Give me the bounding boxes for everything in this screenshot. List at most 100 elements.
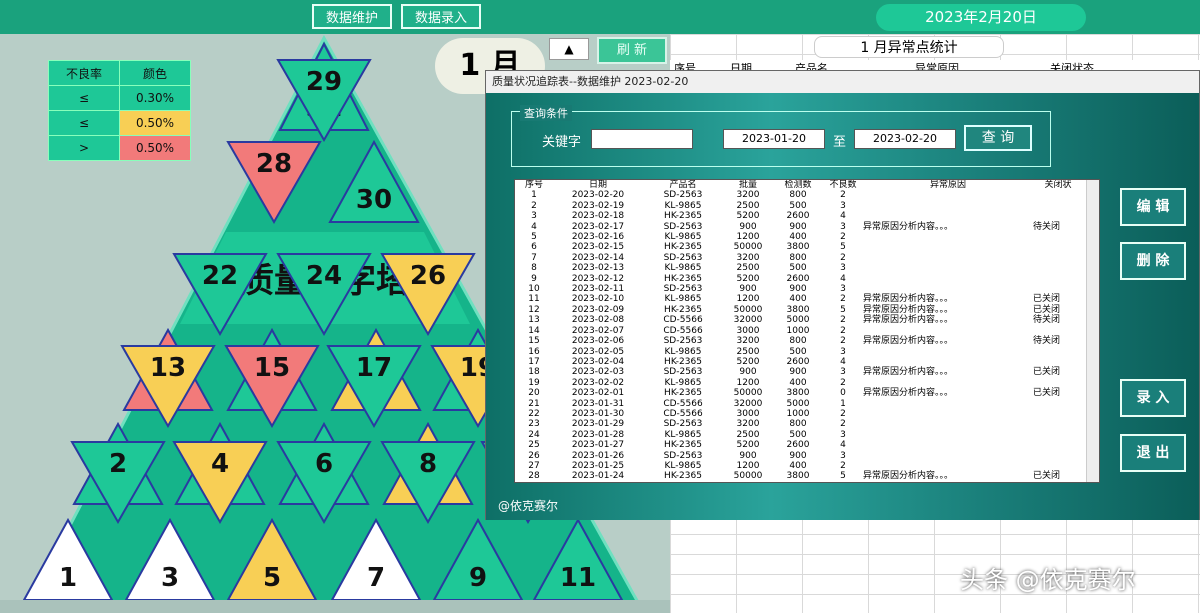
list-cell: 4 (531, 221, 537, 232)
pyramid-cell-number: 2 (109, 449, 127, 479)
list-cell: 2 (531, 200, 537, 211)
list-cell: 2 (840, 377, 846, 388)
list-cell: 28 (528, 471, 540, 482)
list-cell: 待关闭 (1033, 221, 1061, 232)
watermark: 头条 @依克赛尔 (960, 566, 1136, 594)
list-cell: 3800 (786, 304, 810, 315)
list-row[interactable]: 5 2023-02-16 KL-9865 1200 400 2 (515, 232, 1083, 242)
list-row[interactable]: 11 2023-02-10 KL-9865 1200 400 2 异常原因分析内容。。。 已关… (515, 294, 1083, 304)
list-cell: 异常原因分析内容。。。 (863, 367, 954, 378)
list-row[interactable]: 16 2023-02-05 KL-9865 2500 500 3 (515, 347, 1083, 357)
list-cell (863, 242, 1033, 252)
list-row[interactable]: 4 2023-02-17 SD-2563 900 900 3 异常原因分析内容。。。 待关闭 (515, 222, 1083, 232)
list-cell: 900 (739, 450, 757, 461)
maintenance-dialog: 质量状况追踪表--数据维护 2023-02-20 查询条件 关键字 2023-0… (485, 70, 1200, 520)
entry-button[interactable]: 录 入 (1120, 379, 1186, 417)
list-cell (1033, 440, 1083, 450)
list-cell: 400 (789, 460, 807, 471)
list-row[interactable]: 3 2023-02-18 HK-2365 5200 2600 4 (515, 211, 1083, 221)
list-cell: 2023-01-28 (571, 429, 625, 440)
list-cell: 2 (840, 252, 846, 263)
list-row[interactable]: 24 2023-01-28 KL-9865 2500 500 3 (515, 430, 1083, 440)
list-cell: 14 (528, 325, 540, 336)
list-row[interactable]: 19 2023-02-02 KL-9865 1200 400 2 (515, 378, 1083, 388)
list-cell: 1200 (736, 377, 760, 388)
list-cell (1033, 357, 1083, 367)
record-list[interactable]: 序号 日期 产品名 批量 检测数 不良数 异常原因 关闭状 1 2023-02-20 SD-256… (514, 179, 1100, 483)
exit-button[interactable]: 退 出 (1120, 434, 1186, 472)
list-cell: 3800 (786, 242, 810, 253)
list-cell: 3 (840, 367, 846, 378)
list-row[interactable]: 8 2023-02-13 KL-9865 2500 500 3 (515, 263, 1083, 273)
list-cell: 0 (840, 388, 846, 399)
month-anomaly-title: 1 月异常点统计 (814, 36, 1004, 58)
list-cell: SD-2563 (663, 221, 703, 232)
list-cell: 400 (789, 377, 807, 388)
date-to-input[interactable]: 2023-02-20 (854, 129, 956, 149)
list-column-header: 关闭状 (1044, 180, 1072, 190)
pyramid-cell-number: 13 (150, 353, 186, 383)
list-cell (863, 274, 1033, 284)
list-cell: 32000 (733, 398, 763, 409)
list-row[interactable]: 14 2023-02-07 CD-5566 3000 1000 2 (515, 326, 1083, 336)
list-row[interactable]: 25 2023-01-27 HK-2365 5200 2600 4 (515, 440, 1083, 450)
list-row[interactable]: 6 2023-02-15 HK-2365 50000 3800 5 (515, 242, 1083, 252)
list-scrollbar[interactable] (1086, 180, 1099, 482)
list-cell: 5 (840, 471, 846, 482)
list-cell (863, 232, 1033, 242)
list-cell: 2023-01-31 (571, 398, 625, 409)
list-cell (863, 451, 1033, 461)
list-row[interactable]: 18 2023-02-03 SD-2563 900 900 3 异常原因分析内容。。。 已关闭 (515, 367, 1083, 377)
data-entry-button[interactable]: 数据录入 (401, 4, 481, 29)
list-row[interactable]: 23 2023-01-29 SD-2563 3200 800 2 (515, 419, 1083, 429)
edit-button[interactable]: 编 辑 (1120, 188, 1186, 226)
list-cell (1033, 284, 1083, 294)
list-cell: 3200 (736, 419, 760, 430)
list-cell (863, 263, 1033, 273)
delete-button[interactable]: 删 除 (1120, 242, 1186, 280)
list-cell: 5200 (736, 273, 760, 284)
list-column-header: 检测数 (784, 180, 812, 190)
list-cell (863, 357, 1033, 367)
list-cell: SD-2563 (663, 367, 703, 378)
list-cell: HK-2365 (664, 388, 702, 399)
list-row[interactable]: 26 2023-01-26 SD-2563 900 900 3 (515, 451, 1083, 461)
list-row[interactable]: 22 2023-01-30 CD-5566 3000 1000 2 (515, 409, 1083, 419)
list-cell: KL-9865 (664, 200, 702, 211)
list-cell: 2023-02-07 (571, 325, 625, 336)
list-row[interactable]: 7 2023-02-14 SD-2563 3200 800 2 (515, 253, 1083, 263)
list-row[interactable]: 21 2023-01-31 CD-5566 32000 5000 1 (515, 399, 1083, 409)
list-row[interactable]: 10 2023-02-11 SD-2563 900 900 3 (515, 284, 1083, 294)
query-button[interactable]: 查 询 (964, 125, 1032, 151)
list-cell: 3 (840, 221, 846, 232)
list-row[interactable]: 1 2023-02-20 SD-2563 3200 800 2 (515, 190, 1083, 200)
list-cell: 2 (840, 325, 846, 336)
list-cell (1033, 253, 1083, 263)
list-cell: 50000 (733, 471, 763, 482)
list-cell: SD-2563 (663, 450, 703, 461)
list-cell: 23 (528, 419, 540, 430)
list-row[interactable]: 2 2023-02-19 KL-9865 2500 500 3 (515, 201, 1083, 211)
list-cell: 2600 (786, 440, 810, 451)
list-row[interactable]: 9 2023-02-12 HK-2365 5200 2600 4 (515, 274, 1083, 284)
list-cell (863, 430, 1033, 440)
data-maintain-button[interactable]: 数据维护 (312, 4, 392, 29)
list-row[interactable]: 17 2023-02-04 HK-2365 5200 2600 4 (515, 357, 1083, 367)
list-column-header: 序号 (524, 180, 543, 190)
date-from-input[interactable]: 2023-01-20 (723, 129, 825, 149)
keyword-input[interactable] (591, 129, 693, 149)
list-row[interactable]: 12 2023-02-09 HK-2365 50000 3800 5 异常原因分析内容。。。… (515, 305, 1083, 315)
list-row[interactable]: 13 2023-02-08 CD-5566 32000 5000 2 异常原因分析内容。。。… (515, 315, 1083, 325)
list-row[interactable]: 15 2023-02-06 SD-2563 3200 800 2 异常原因分析内容。。。 待关… (515, 336, 1083, 346)
list-cell: 2023-02-06 (571, 336, 625, 347)
list-row[interactable]: 28 2023-01-24 HK-2365 50000 3800 5 异常原因分析内容。。。… (515, 471, 1083, 481)
list-row[interactable]: 27 2023-01-25 KL-9865 1200 400 2 (515, 461, 1083, 471)
list-cell: 2023-02-16 (571, 232, 625, 243)
list-cell: 2023-02-19 (571, 200, 625, 211)
list-cell: 1200 (736, 232, 760, 243)
list-cell: SD-2563 (663, 190, 703, 201)
list-cell: 50000 (733, 388, 763, 399)
list-cell (863, 399, 1033, 409)
list-row[interactable]: 20 2023-02-01 HK-2365 50000 3800 0 异常原因分析内容。。。… (515, 388, 1083, 398)
list-cell: 7 (531, 252, 537, 263)
